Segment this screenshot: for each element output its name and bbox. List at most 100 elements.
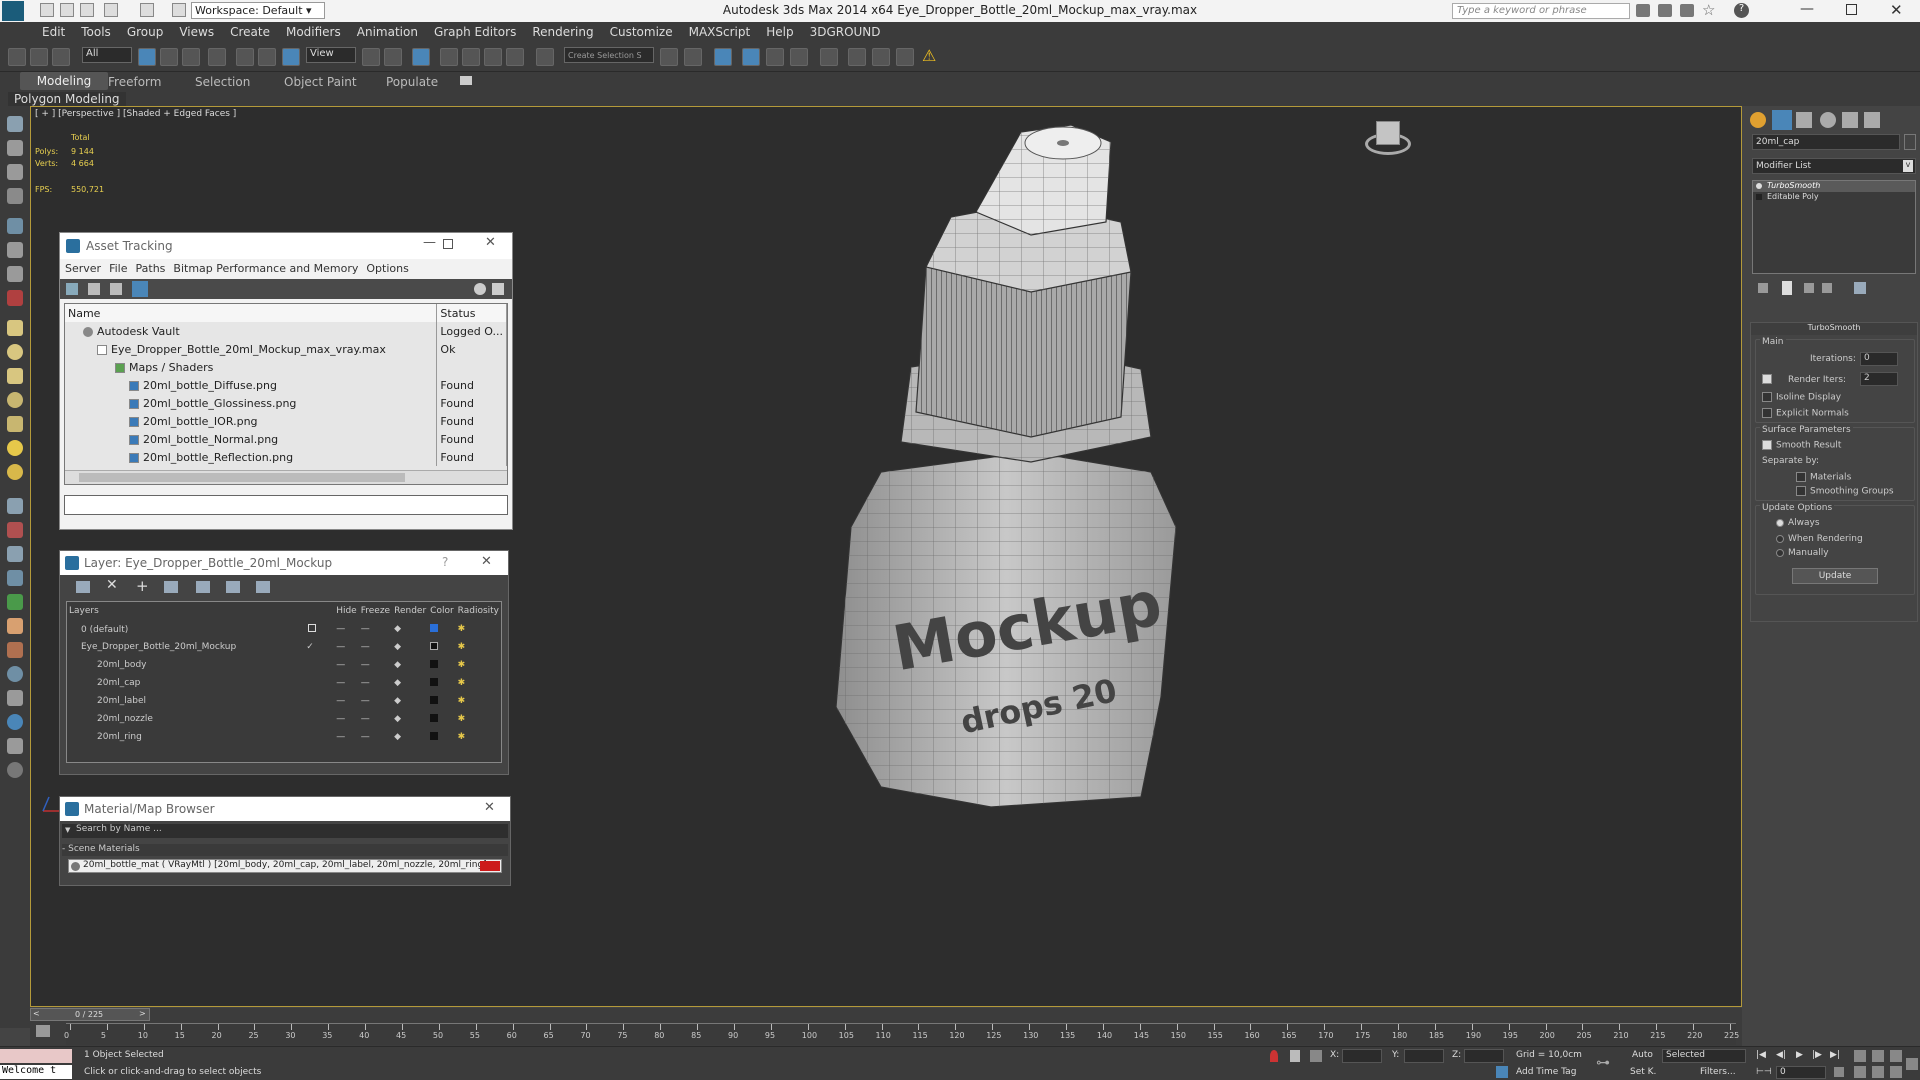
scale-icon[interactable]	[282, 48, 300, 66]
radiosity-icon[interactable]: ✱	[456, 692, 501, 710]
menu-views[interactable]: Views	[171, 22, 222, 39]
helper-icon[interactable]	[7, 498, 23, 514]
add-time-tag[interactable]: Add Time Tag	[1516, 1067, 1576, 1077]
layer-color-swatch[interactable]	[430, 731, 439, 740]
delete-layer-icon[interactable]: ✕	[106, 577, 118, 593]
col-render[interactable]: Render	[392, 602, 428, 620]
geosphere-icon[interactable]	[7, 464, 23, 480]
render-icon[interactable]: ◆	[392, 728, 428, 746]
search-box[interactable]: Type a keyword or phrase	[1452, 3, 1630, 19]
table-row[interactable]: Maps / Shaders	[65, 358, 507, 376]
radiosity-icon[interactable]: ✱	[456, 656, 501, 674]
next-frame-icon[interactable]: |▶	[1812, 1050, 1822, 1060]
utilities-tab-icon[interactable]	[1864, 112, 1880, 128]
pan-icon[interactable]	[1872, 1066, 1884, 1078]
pin-stack-icon[interactable]	[1758, 283, 1768, 293]
link-icon[interactable]	[7, 242, 23, 258]
radiosity-icon[interactable]: ✱	[456, 638, 501, 656]
menu-paths[interactable]: Paths	[136, 262, 166, 275]
table-row[interactable]: 20ml_bottle_Glossiness.png Found	[65, 394, 507, 412]
cone-icon[interactable]	[7, 416, 23, 432]
select-manipulate-icon[interactable]	[384, 48, 402, 66]
maxscript-listener[interactable]	[0, 1049, 72, 1063]
curve-editor-mini-icon[interactable]	[36, 1025, 50, 1037]
menu-3dground[interactable]: 3DGROUND	[802, 22, 889, 39]
create-layer-icon[interactable]	[76, 581, 90, 593]
material-item[interactable]: 20ml_bottle_mat ( VRayMtl ) [20ml_body, …	[68, 859, 502, 873]
table-row[interactable]: 20ml_bottle_Reflection.png Found	[65, 448, 507, 466]
menu-animation[interactable]: Animation	[349, 22, 426, 39]
scene-materials-group[interactable]: - Scene Materials	[62, 844, 508, 856]
horizontal-scrollbar[interactable]	[65, 470, 507, 484]
track-bar[interactable]: 0 5 10 15 20 25 30 35 40 45 50 55 60 65 70 75 80 85 90 95 10…	[64, 1023, 1739, 1045]
smoothing-groups-checkbox[interactable]: Smoothing Groups	[1796, 486, 1894, 497]
maxscript-welcome[interactable]: Welcome t	[0, 1065, 72, 1079]
select-objects-icon[interactable]	[164, 581, 178, 593]
angle-snap-icon[interactable]	[462, 48, 480, 66]
key-mode-icon[interactable]: ⊢⊣	[1756, 1067, 1772, 1077]
rollout-title[interactable]: TurboSmooth	[1751, 323, 1917, 335]
go-to-end-icon[interactable]: ▶|	[1830, 1050, 1840, 1060]
material-browser-title[interactable]: Material/Map Browser ✕	[60, 797, 510, 821]
render-teapot-icon[interactable]	[896, 48, 914, 66]
schematic-view-icon[interactable]	[790, 48, 808, 66]
sphere-icon[interactable]	[7, 344, 23, 360]
render-icon[interactable]: ◆	[392, 638, 428, 656]
warning-icon[interactable]: ⚠	[922, 46, 936, 65]
add-to-layer-icon[interactable]: +	[136, 577, 149, 595]
previous-frame-icon[interactable]: ◀|	[1776, 1050, 1786, 1060]
layer-color-swatch[interactable]	[430, 623, 439, 632]
manually-radio[interactable]: Manually	[1776, 548, 1829, 558]
menu-help[interactable]: Help	[758, 22, 801, 39]
when-rendering-radio[interactable]: When Rendering	[1776, 534, 1863, 544]
modifier-list-dropdown[interactable]: Modifier List v	[1752, 158, 1916, 174]
radiosity-icon[interactable]: ✱	[456, 728, 501, 746]
mirror-icon[interactable]	[660, 48, 678, 66]
biped-icon[interactable]	[7, 642, 23, 658]
rotate-icon[interactable]	[258, 48, 276, 66]
communication-icon[interactable]	[1680, 4, 1694, 17]
menu-edit[interactable]: Edit	[34, 22, 73, 39]
expand-icon[interactable]	[1756, 194, 1762, 200]
orbit-icon[interactable]	[1890, 1066, 1902, 1078]
coord-x-field[interactable]	[1342, 1049, 1382, 1063]
tab-object-paint[interactable]: Object Paint	[284, 75, 357, 91]
zoom-icon[interactable]	[1854, 1050, 1866, 1062]
menu-maxscript[interactable]: MAXScript	[681, 22, 759, 39]
globe-icon[interactable]	[7, 666, 23, 682]
menu-options[interactable]: Options	[366, 262, 408, 275]
scroll-thumb[interactable]	[79, 473, 405, 482]
utilities-icon[interactable]	[7, 218, 23, 234]
named-selection-dropdown[interactable]: Create Selection S	[564, 47, 654, 63]
display-icon[interactable]	[7, 164, 23, 180]
layer-color-swatch[interactable]	[430, 677, 439, 686]
create-tab-icon[interactable]	[1750, 112, 1766, 128]
system-icon[interactable]	[7, 546, 23, 562]
add-time-tag-icon[interactable]	[1496, 1066, 1508, 1078]
graphite-ribbon-icon[interactable]	[742, 48, 760, 66]
col-freeze[interactable]: Freeze	[359, 602, 392, 620]
layer-color-swatch[interactable]	[430, 713, 439, 722]
highlight-layer-icon[interactable]	[196, 581, 210, 593]
layer-row[interactable]: 20ml_cap — — ◆ ✱	[67, 674, 501, 692]
object-name-field[interactable]: 20ml_cap	[1752, 134, 1900, 150]
hand-icon[interactable]	[7, 618, 23, 634]
help-icon[interactable]	[474, 283, 486, 295]
hide-all-icon[interactable]	[226, 581, 240, 593]
hierarchy-icon[interactable]	[7, 188, 23, 204]
set-key-icon[interactable]: ⊶	[1596, 1055, 1610, 1071]
time-slider[interactable]: < 0 / 225 >	[30, 1008, 150, 1021]
stack-item-turbosmooth[interactable]: TurboSmooth	[1753, 181, 1915, 192]
favorites-star-icon[interactable]: ☆	[1702, 1, 1715, 19]
render-icon[interactable]: ◆	[392, 692, 428, 710]
menu-graph-editors[interactable]: Graph Editors	[426, 22, 524, 39]
material-search-field[interactable]: Search by Name ... ▼	[62, 824, 508, 838]
reference-coord-dropdown[interactable]: View	[306, 47, 356, 63]
spinner-snap-icon[interactable]	[506, 48, 524, 66]
materials-checkbox[interactable]: Materials	[1796, 472, 1851, 483]
table-row[interactable]: Eye_Dropper_Bottle_20ml_Mockup_max_vray.…	[65, 340, 507, 358]
layer-color-swatch[interactable]	[430, 641, 439, 650]
show-end-result-icon[interactable]	[1782, 281, 1792, 295]
col-layers[interactable]: Layers	[67, 602, 334, 620]
table-row[interactable]: 20ml_bottle_Normal.png Found	[65, 430, 507, 448]
